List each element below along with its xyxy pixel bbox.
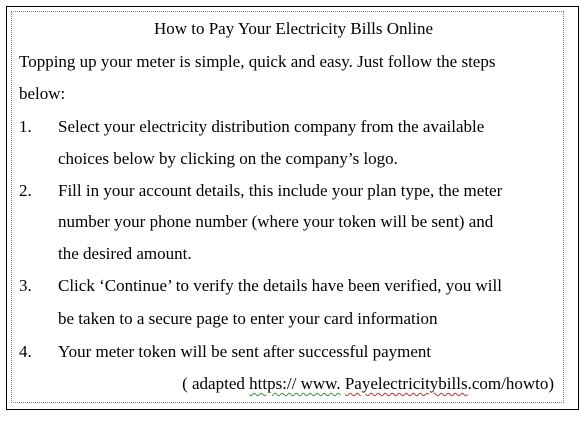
step-4-number: 4. bbox=[19, 342, 32, 361]
step-3-number: 3. bbox=[19, 276, 32, 295]
intro-line-1: Topping up your meter is simple, quick a… bbox=[19, 52, 496, 71]
step-4-line-1: Your meter token will be sent after succ… bbox=[58, 342, 432, 361]
step-2-line-1: Fill in your account details, this inclu… bbox=[58, 181, 503, 200]
step-1-line-1: Select your electricity distribution com… bbox=[58, 117, 485, 136]
step-2-number: 2. bbox=[19, 181, 32, 200]
source-url-part-3: .com/howto) bbox=[467, 374, 554, 393]
step-3-line-1: Click ‘Continue’ to verify the details h… bbox=[58, 276, 502, 295]
step-3-line-2: be taken to a secure page to enter your … bbox=[58, 309, 438, 328]
step-2-line-2: number your phone number (where your tok… bbox=[58, 212, 494, 231]
intro-line-2: below: bbox=[19, 84, 66, 103]
step-2-line-3: the desired amount. bbox=[58, 244, 192, 263]
step-1-number: 1. bbox=[19, 117, 32, 136]
document-title: How to Pay Your Electricity Bills Online bbox=[153, 19, 434, 38]
step-1-line-2: choices below by clicking on the company… bbox=[58, 149, 398, 168]
source-prefix: ( adapted bbox=[182, 374, 245, 393]
source-url-part-2: Payelectricitybills bbox=[344, 374, 468, 393]
source-url-part-1: https:// www. bbox=[249, 374, 341, 393]
source-citation: ( adapted https:// www. Payelectricitybi… bbox=[182, 374, 554, 394]
